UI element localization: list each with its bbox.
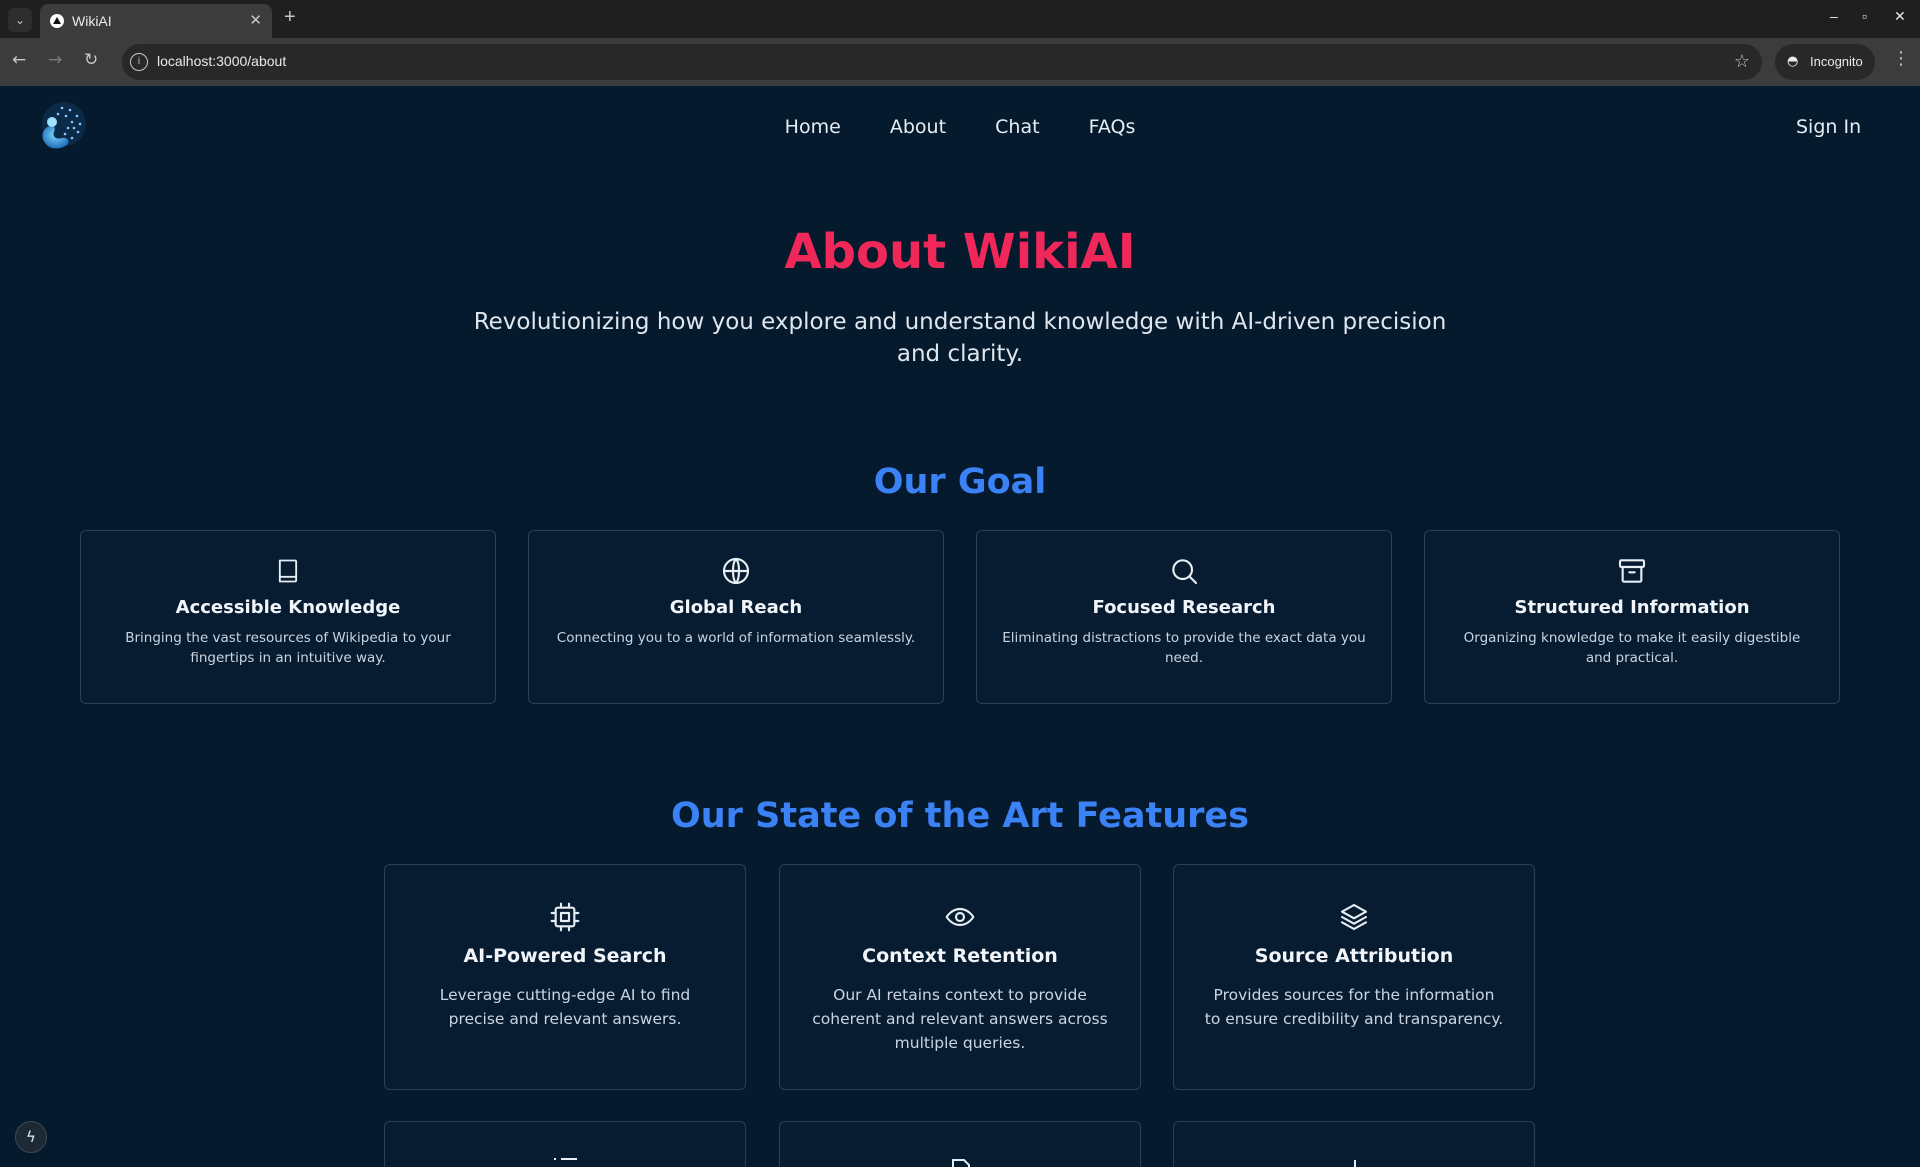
window-minimize-button[interactable]: –: [1830, 8, 1838, 24]
lightning-icon[interactable]: ϟ: [15, 1121, 47, 1153]
plus-icon: [1354, 1160, 1356, 1167]
incognito-label: Incognito: [1810, 54, 1863, 69]
goal-card-title: Focused Research: [1092, 597, 1276, 618]
nav-about[interactable]: About: [890, 116, 946, 138]
goal-card-title: Accessible Knowledge: [175, 597, 401, 618]
site-info-icon[interactable]: i: [130, 53, 148, 71]
feature-card-title: Source Attribution: [1254, 945, 1454, 967]
tab-title: WikiAI: [72, 13, 112, 29]
feature-card-partial: [1173, 1121, 1535, 1167]
browser-menu-icon[interactable]: ⋮: [1892, 48, 1910, 69]
browser-toolbar: ← → ↻ i localhost:3000/about ☆ ◓ Incogni…: [0, 38, 1920, 86]
window-close-button[interactable]: ✕: [1894, 8, 1906, 25]
tab-close-button[interactable]: ✕: [249, 11, 262, 29]
browser-tab[interactable]: WikiAI ✕: [40, 4, 272, 38]
feature-card-source-attribution: Source Attribution Provides sources for …: [1173, 864, 1535, 1090]
goal-card-title: Structured Information: [1514, 597, 1750, 618]
page-title: About WikiAI: [784, 224, 1136, 280]
main-nav: Home About Chat FAQs: [0, 116, 1920, 138]
back-arrow-icon[interactable]: ←: [12, 50, 26, 70]
goal-card-desc: Bringing the vast resources of Wikipedia…: [125, 630, 451, 666]
incognito-icon: ◓: [1787, 54, 1799, 69]
url-text[interactable]: localhost:3000/about: [157, 53, 286, 69]
feature-card-desc: Our AI retains context to provide cohere…: [812, 986, 1108, 1052]
feature-card-title: AI-Powered Search: [463, 945, 667, 967]
window-restore-button[interactable]: ▫: [1862, 8, 1867, 24]
list-icon: [554, 1158, 577, 1160]
goal-card-global-reach: Global Reach Connecting you to a world o…: [528, 530, 944, 704]
feature-card-desc: Leverage cutting-edge AI to find precise…: [439, 986, 691, 1028]
new-tab-button[interactable]: +: [284, 6, 296, 29]
page-subtitle: Revolutionizing how you explore and unde…: [473, 309, 1447, 367]
forward-arrow-icon[interactable]: →: [48, 50, 62, 70]
goal-section-title: Our Goal: [873, 462, 1047, 502]
reload-icon[interactable]: ↻: [84, 50, 98, 70]
bookmark-star-icon[interactable]: ☆: [1734, 51, 1750, 72]
goal-card-structured-information: Structured Information Organizing knowle…: [1424, 530, 1840, 704]
feature-card-context-retention: Context Retention Our AI retains context…: [779, 864, 1141, 1090]
tab-search-button[interactable]: ⌄: [8, 8, 32, 32]
goal-card-desc: Connecting you to a world of information…: [556, 630, 916, 646]
cpu-icon: [550, 902, 580, 932]
nav-faqs[interactable]: FAQs: [1089, 116, 1136, 138]
feature-card-title: Context Retention: [862, 945, 1058, 967]
features-section-title: Our State of the Art Features: [671, 796, 1249, 836]
book-icon: [278, 559, 298, 583]
goal-card-desc: Organizing knowledge to make it easily d…: [1463, 630, 1801, 666]
incognito-indicator[interactable]: ◓ Incognito: [1775, 44, 1875, 80]
nav-chat[interactable]: Chat: [995, 116, 1039, 138]
goal-card-focused-research: Focused Research Eliminating distraction…: [976, 530, 1392, 704]
browser-tab-bar: ⌄ WikiAI ✕ + – ▫ ✕: [0, 0, 1920, 38]
globe-icon: [722, 557, 750, 585]
feature-card-partial: [779, 1121, 1141, 1167]
sign-in-button[interactable]: Sign In: [1796, 116, 1861, 138]
layers-icon: [1340, 903, 1368, 931]
archive-icon: [1618, 559, 1646, 583]
address-bar[interactable]: i localhost:3000/about ☆: [122, 44, 1762, 80]
nav-home[interactable]: Home: [785, 116, 841, 138]
feature-card-ai-powered-search: AI-Powered Search Leverage cutting-edge …: [384, 864, 746, 1090]
feature-card-partial: [384, 1121, 746, 1167]
site-header: Home About Chat FAQs Sign In: [0, 86, 1920, 170]
eye-icon: [945, 907, 975, 927]
goal-card-accessible-knowledge: Accessible Knowledge Bringing the vast r…: [80, 530, 496, 704]
goal-card-desc: Eliminating distractions to provide the …: [1002, 630, 1366, 666]
favicon-icon: [50, 14, 64, 28]
search-icon: [1172, 559, 1198, 585]
file-icon: [952, 1159, 970, 1167]
goal-card-title: Global Reach: [669, 597, 803, 618]
feature-card-desc: Provides sources for the information to …: [1204, 986, 1504, 1028]
